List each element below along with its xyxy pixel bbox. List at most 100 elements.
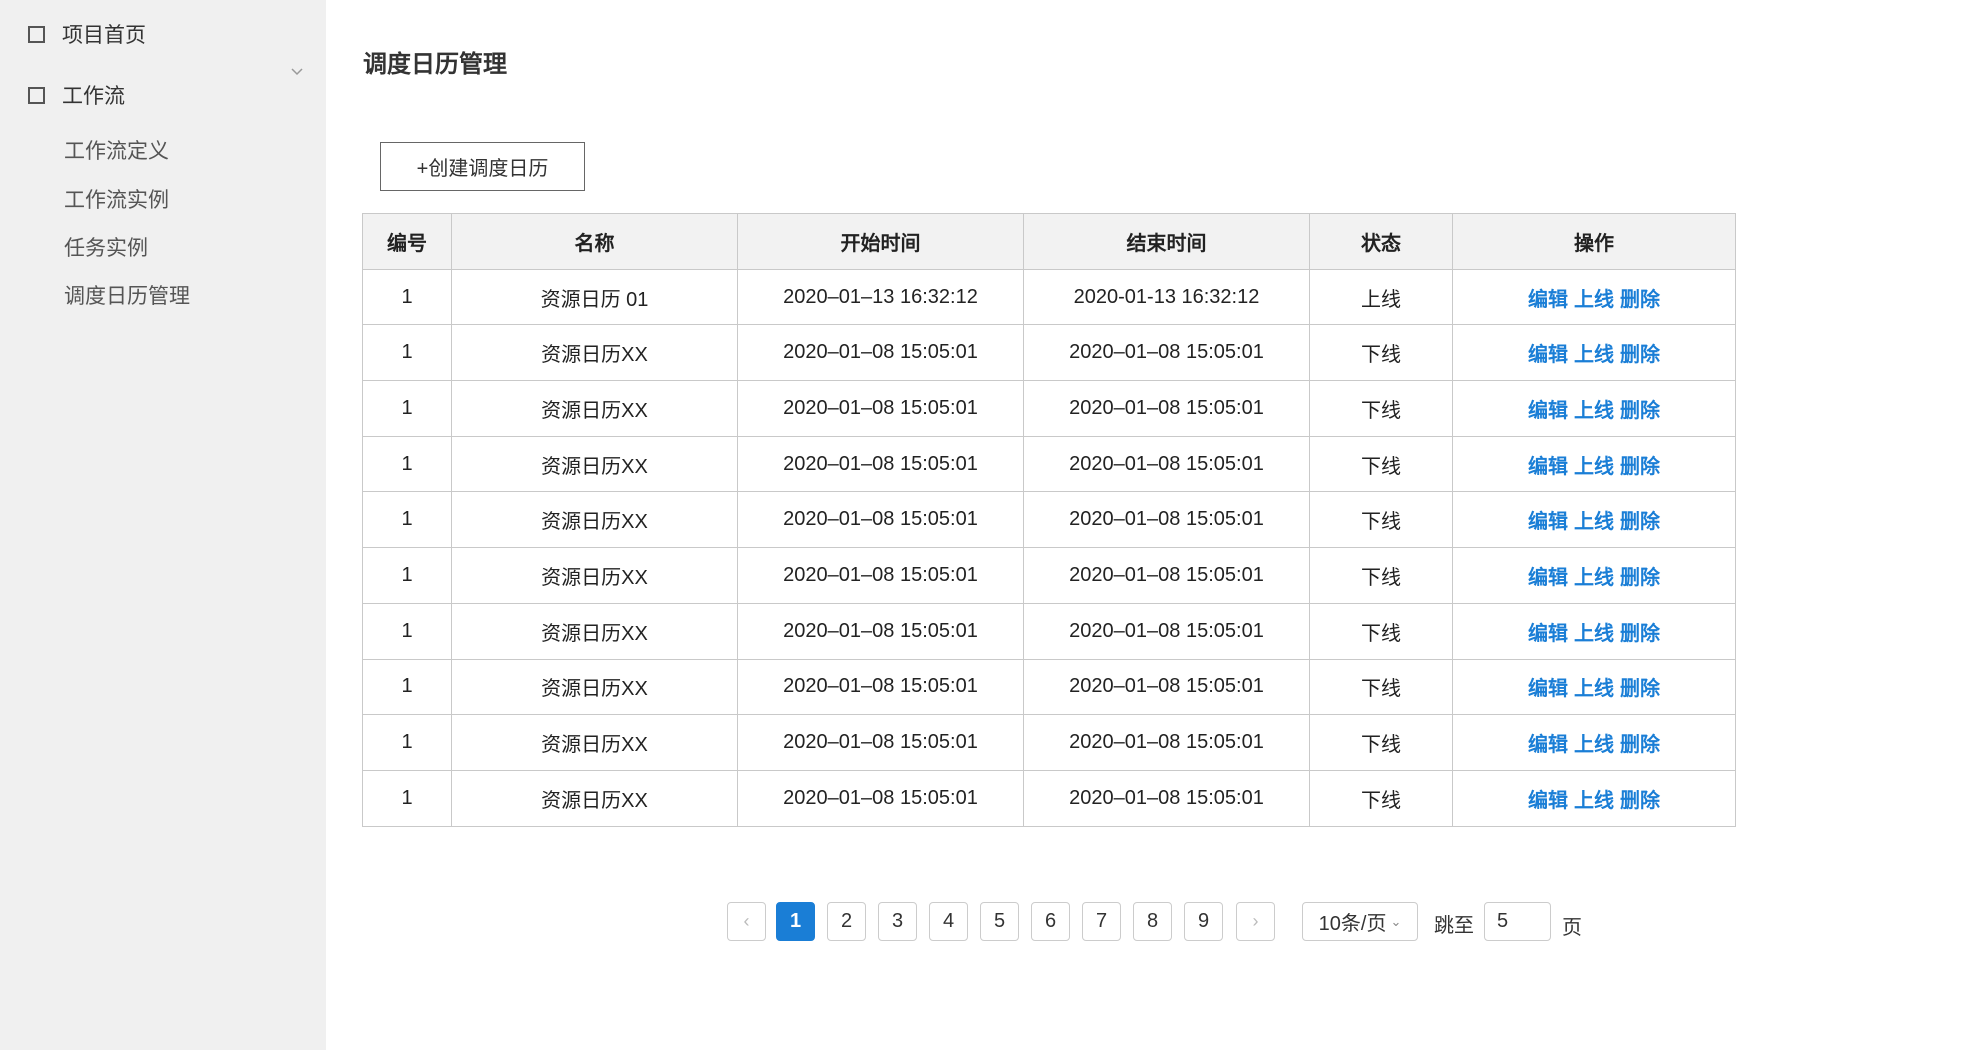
cell-start-time: 2020–01–13 16:32:12 (737, 268, 1024, 326)
page-button-5[interactable]: 5 (980, 902, 1019, 941)
cell-start-time: 2020–01–08 15:05:01 (737, 435, 1024, 493)
page-button-2[interactable]: 2 (827, 902, 866, 941)
cell-id: 1 (362, 547, 452, 604)
cell-id: 1 (362, 491, 452, 549)
page-button-6[interactable]: 6 (1031, 902, 1070, 941)
cell-name: 资源日历XX (451, 769, 738, 827)
delete-link[interactable]: 删除 (1620, 344, 1660, 366)
cell-start-time: 2020–01–08 15:05:01 (737, 658, 1024, 716)
nav-project-home[interactable]: 项目首页 (28, 19, 146, 49)
cell-end-time: 2020–01–08 15:05:01 (1023, 714, 1310, 771)
cell-status: 下线 (1309, 714, 1453, 771)
cell-end-time: 2020–01–08 15:05:01 (1023, 769, 1310, 827)
cell-actions: 编辑 上线 删除 (1452, 602, 1736, 660)
column-header-name: 名称 (451, 213, 738, 270)
chevron-left-icon: ‹ (743, 911, 750, 931)
next-page-button[interactable]: › (1236, 902, 1275, 941)
cell-actions: 编辑 上线 删除 (1452, 714, 1736, 771)
edit-link[interactable]: 编辑 (1528, 734, 1568, 756)
nav-workflow[interactable]: 工作流 (28, 80, 125, 110)
online-link[interactable]: 上线 (1574, 289, 1614, 311)
cell-status: 下线 (1309, 658, 1453, 716)
cell-name: 资源日历XX (451, 491, 738, 549)
cell-actions: 编辑 上线 删除 (1452, 491, 1736, 549)
edit-link[interactable]: 编辑 (1528, 678, 1568, 700)
edit-link[interactable]: 编辑 (1528, 511, 1568, 533)
cell-actions: 编辑 上线 删除 (1452, 769, 1736, 827)
table-row: 1 资源日历 01 2020–01–13 16:32:12 2020-01-13 16… (362, 268, 1736, 326)
delete-link[interactable]: 删除 (1620, 456, 1660, 478)
cell-end-time: 2020–01–08 15:05:01 (1023, 658, 1310, 716)
sidebar-item-task-instance[interactable]: 任务实例 (64, 232, 148, 262)
delete-link[interactable]: 删除 (1620, 678, 1660, 700)
cell-start-time: 2020–01–08 15:05:01 (737, 380, 1024, 437)
cell-start-time: 2020–01–08 15:05:01 (737, 714, 1024, 771)
chevron-down-icon: ⌄ (1390, 913, 1402, 929)
delete-link[interactable]: 删除 (1620, 790, 1660, 812)
delete-link[interactable]: 删除 (1620, 734, 1660, 756)
delete-link[interactable]: 删除 (1620, 511, 1660, 533)
online-link[interactable]: 上线 (1574, 456, 1614, 478)
cell-start-time: 2020–01–08 15:05:01 (737, 324, 1024, 382)
delete-link[interactable]: 删除 (1620, 289, 1660, 311)
page-button-9[interactable]: 9 (1184, 902, 1223, 941)
edit-link[interactable]: 编辑 (1528, 790, 1568, 812)
table-row: 1 资源日历XX 2020–01–08 15:05:01 2020–01–08 15:… (362, 602, 1736, 660)
cell-name: 资源日历XX (451, 435, 738, 493)
edit-link[interactable]: 编辑 (1528, 456, 1568, 478)
jump-page-input[interactable] (1484, 902, 1551, 941)
page-button-3[interactable]: 3 (878, 902, 917, 941)
sidebar-item-workflow-instance[interactable]: 工作流实例 (64, 184, 169, 214)
delete-link[interactable]: 删除 (1620, 567, 1660, 589)
cell-status: 下线 (1309, 602, 1453, 660)
cell-actions: 编辑 上线 删除 (1452, 380, 1736, 437)
cell-start-time: 2020–01–08 15:05:01 (737, 602, 1024, 660)
delete-link[interactable]: 删除 (1620, 623, 1660, 645)
table-row: 1 资源日历XX 2020–01–08 15:05:01 2020–01–08 15:… (362, 547, 1736, 604)
table-row: 1 资源日历XX 2020–01–08 15:05:01 2020–01–08 15:… (362, 380, 1736, 437)
page-button-7[interactable]: 7 (1082, 902, 1121, 941)
edit-link[interactable]: 编辑 (1528, 400, 1568, 422)
page-size-value: 10条/页 (1318, 913, 1387, 935)
page-button-1[interactable]: 1 (776, 902, 815, 941)
cell-actions: 编辑 上线 删除 (1452, 324, 1736, 382)
edit-link[interactable]: 编辑 (1528, 623, 1568, 645)
edit-link[interactable]: 编辑 (1528, 289, 1568, 311)
online-link[interactable]: 上线 (1574, 790, 1614, 812)
square-icon (28, 86, 45, 104)
online-link[interactable]: 上线 (1574, 623, 1614, 645)
table-row: 1 资源日历XX 2020–01–08 15:05:01 2020–01–08 15:… (362, 435, 1736, 493)
create-calendar-button[interactable]: +创建调度日历 (380, 142, 585, 191)
sidebar-item-workflow-definition[interactable]: 工作流定义 (64, 135, 169, 165)
cell-id: 1 (362, 602, 452, 660)
cell-status: 下线 (1309, 547, 1453, 604)
table-row: 1 资源日历XX 2020–01–08 15:05:01 2020–01–08 15:… (362, 714, 1736, 771)
cell-name: 资源日历XX (451, 714, 738, 771)
calendar-table: 编号 名称 开始时间 结束时间 状态 操作 1 资源日历 01 2020–01–13… (362, 213, 1736, 827)
sidebar-item-schedule-calendar[interactable]: 调度日历管理 (64, 280, 190, 310)
edit-link[interactable]: 编辑 (1528, 344, 1568, 366)
page-size-select[interactable]: 10条/页 ⌄ (1302, 902, 1418, 941)
cell-id: 1 (362, 769, 452, 827)
online-link[interactable]: 上线 (1574, 400, 1614, 422)
online-link[interactable]: 上线 (1574, 734, 1614, 756)
online-link[interactable]: 上线 (1574, 567, 1614, 589)
table-row: 1 资源日历XX 2020–01–08 15:05:01 2020–01–08 15:… (362, 769, 1736, 827)
prev-page-button[interactable]: ‹ (727, 902, 766, 941)
page-button-4[interactable]: 4 (929, 902, 968, 941)
chevron-down-icon[interactable] (291, 66, 303, 78)
cell-id: 1 (362, 380, 452, 437)
cell-status: 下线 (1309, 769, 1453, 827)
online-link[interactable]: 上线 (1574, 511, 1614, 533)
delete-link[interactable]: 删除 (1620, 400, 1660, 422)
cell-end-time: 2020–01–08 15:05:01 (1023, 380, 1310, 437)
table-row: 1 资源日历XX 2020–01–08 15:05:01 2020–01–08 15:… (362, 491, 1736, 549)
page-button-8[interactable]: 8 (1133, 902, 1172, 941)
online-link[interactable]: 上线 (1574, 678, 1614, 700)
edit-link[interactable]: 编辑 (1528, 567, 1568, 589)
column-header-start-time: 开始时间 (737, 213, 1024, 270)
cell-actions: 编辑 上线 删除 (1452, 268, 1736, 326)
online-link[interactable]: 上线 (1574, 344, 1614, 366)
cell-name: 资源日历XX (451, 324, 738, 382)
page-suffix-label: 页 (1562, 917, 1582, 939)
